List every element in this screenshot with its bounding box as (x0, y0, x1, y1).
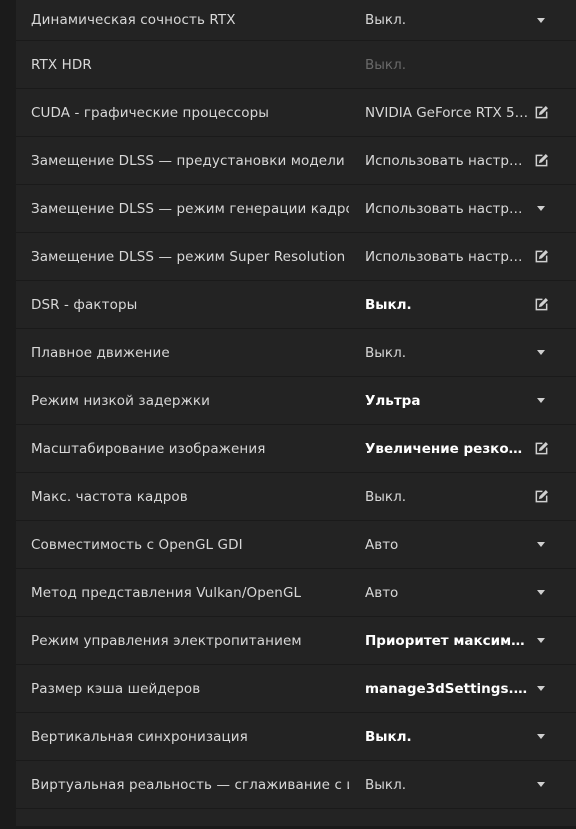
setting-label: DSR - факторы (31, 296, 138, 313)
setting-row[interactable]: Размер кэша шейдеров manage3dSettings.Sha… (16, 665, 576, 713)
setting-label: Замещение DLSS — режим Super Resolution (31, 248, 346, 265)
setting-value-text: Выкл. (365, 728, 412, 745)
setting-value-text: Авто (365, 584, 399, 601)
setting-row[interactable]: Виртуальная реальность — сглаживание с и… (16, 761, 576, 809)
setting-value: Выкл. (365, 41, 530, 88)
setting-value[interactable]: Использовать настройки (365, 137, 530, 184)
setting-row[interactable]: Макс. частота кадров Выкл. (16, 473, 576, 521)
setting-label: Виртуальная реальность — сглаживание с и… (31, 776, 349, 793)
setting-dropdown[interactable]: Выкл. (365, 329, 530, 376)
setting-row: RTX HDR Выкл. (16, 41, 576, 89)
setting-row[interactable]: CUDA - графические процессоры NVIDIA GeFo… (16, 89, 576, 137)
setting-label: Замещение DLSS — предустановки модели (31, 152, 345, 169)
setting-dropdown[interactable]: manage3dSettings.ShaderCacheSize (365, 665, 530, 712)
setting-value[interactable]: NVIDIA GeForce RTX 50... (365, 89, 530, 136)
setting-value-text: manage3dSettings.ShaderCacheSize (365, 680, 530, 697)
edit-icon[interactable] (530, 281, 552, 328)
setting-value-text: Выкл. (365, 776, 406, 793)
setting-label: Динамическая сочность RTX (31, 12, 236, 28)
chevron-down-icon[interactable] (530, 665, 552, 712)
setting-value-text: Выкл. (365, 296, 412, 313)
chevron-down-icon[interactable] (530, 617, 552, 664)
setting-value[interactable]: Использовать настройки (365, 233, 530, 280)
setting-row[interactable]: Метод представления Vulkan/OpenGL Авто (16, 569, 576, 617)
setting-label: Метод представления Vulkan/OpenGL (31, 584, 302, 601)
setting-dropdown[interactable]: Авто (365, 521, 530, 568)
setting-dropdown[interactable]: Выкл. (365, 761, 530, 808)
chevron-down-icon[interactable] (530, 329, 552, 376)
setting-row[interactable]: Замещение DLSS — режим Super Resolution И… (16, 233, 576, 281)
setting-value-text: Выкл. (365, 12, 406, 28)
chevron-down-icon[interactable] (530, 185, 552, 232)
setting-row[interactable]: Замещение DLSS — режим генерации кадров И… (16, 185, 576, 233)
setting-row[interactable]: Масштабирование изображения Увеличение ре… (16, 425, 576, 473)
setting-value-text: Выкл. (365, 488, 406, 505)
setting-value-text: Авто (365, 536, 399, 553)
edit-icon[interactable] (530, 473, 552, 520)
setting-dropdown[interactable]: Выкл. (365, 713, 530, 760)
chevron-down-icon[interactable] (530, 521, 552, 568)
setting-dropdown[interactable]: Выкл. (365, 0, 530, 40)
setting-row[interactable]: DSR - факторы Выкл. (16, 281, 576, 329)
setting-value-text: Выкл. (365, 56, 406, 73)
setting-value-text: Использовать настройки (365, 200, 530, 217)
setting-row[interactable]: Замещение DLSS — предустановки модели Исп… (16, 137, 576, 185)
edit-icon[interactable] (530, 233, 552, 280)
setting-label: Совместимость с OpenGL GDI (31, 536, 243, 553)
setting-row[interactable]: Плавное движение Выкл. (16, 329, 576, 377)
setting-row[interactable]: Совместимость с OpenGL GDI Авто (16, 521, 576, 569)
chevron-down-icon[interactable] (530, 377, 552, 424)
setting-label: Плавное движение (31, 344, 170, 361)
chevron-down-icon[interactable] (530, 761, 552, 808)
setting-row[interactable]: Динамическая сочность RTX Выкл. (16, 0, 576, 41)
setting-dropdown[interactable]: Авто (365, 569, 530, 616)
setting-value-text: Ультра (365, 392, 421, 409)
setting-row[interactable]: Режим низкой задержки Ультра (16, 377, 576, 425)
setting-value[interactable]: Увеличение резкости ... (365, 425, 530, 472)
setting-value-text: Использовать настройки (365, 152, 530, 169)
setting-value[interactable]: Выкл. (365, 473, 530, 520)
setting-value-text: NVIDIA GeForce RTX 50... (365, 104, 530, 121)
setting-label: CUDA - графические процессоры (31, 104, 270, 121)
setting-dropdown[interactable]: Использовать настройки (365, 185, 530, 232)
setting-row[interactable]: Вертикальная синхронизация Выкл. (16, 713, 576, 761)
setting-label: Режим управления электропитанием (31, 632, 302, 649)
setting-dropdown[interactable]: Приоритет максимальной производительност… (365, 617, 530, 664)
edit-icon[interactable] (530, 425, 552, 472)
setting-value-text: Приоритет максимальной производительност… (365, 632, 530, 649)
edit-icon[interactable] (530, 89, 552, 136)
chevron-down-icon[interactable] (530, 713, 552, 760)
setting-label: RTX HDR (31, 56, 92, 73)
setting-label: Размер кэша шейдеров (31, 680, 201, 697)
setting-row[interactable]: Режим управления электропитанием Приорите… (16, 617, 576, 665)
setting-value-text: Использовать настройки (365, 248, 530, 265)
setting-value-text: Выкл. (365, 344, 406, 361)
chevron-down-icon[interactable] (530, 569, 552, 616)
setting-label: Замещение DLSS — режим генерации кадров (31, 200, 349, 217)
setting-dropdown[interactable]: Ультра (365, 377, 530, 424)
settings-list: Динамическая сочность RTX Выкл. RTX HDR Вык… (16, 0, 576, 829)
setting-label: Масштабирование изображения (31, 440, 266, 457)
edit-icon[interactable] (530, 137, 552, 184)
chevron-down-icon[interactable] (530, 0, 552, 40)
setting-label: Вертикальная синхронизация (31, 728, 248, 745)
setting-label: Макс. частота кадров (31, 488, 188, 505)
setting-value[interactable]: Выкл. (365, 281, 530, 328)
setting-label: Режим низкой задержки (31, 392, 210, 409)
setting-value-text: Увеличение резкости ... (365, 440, 530, 457)
